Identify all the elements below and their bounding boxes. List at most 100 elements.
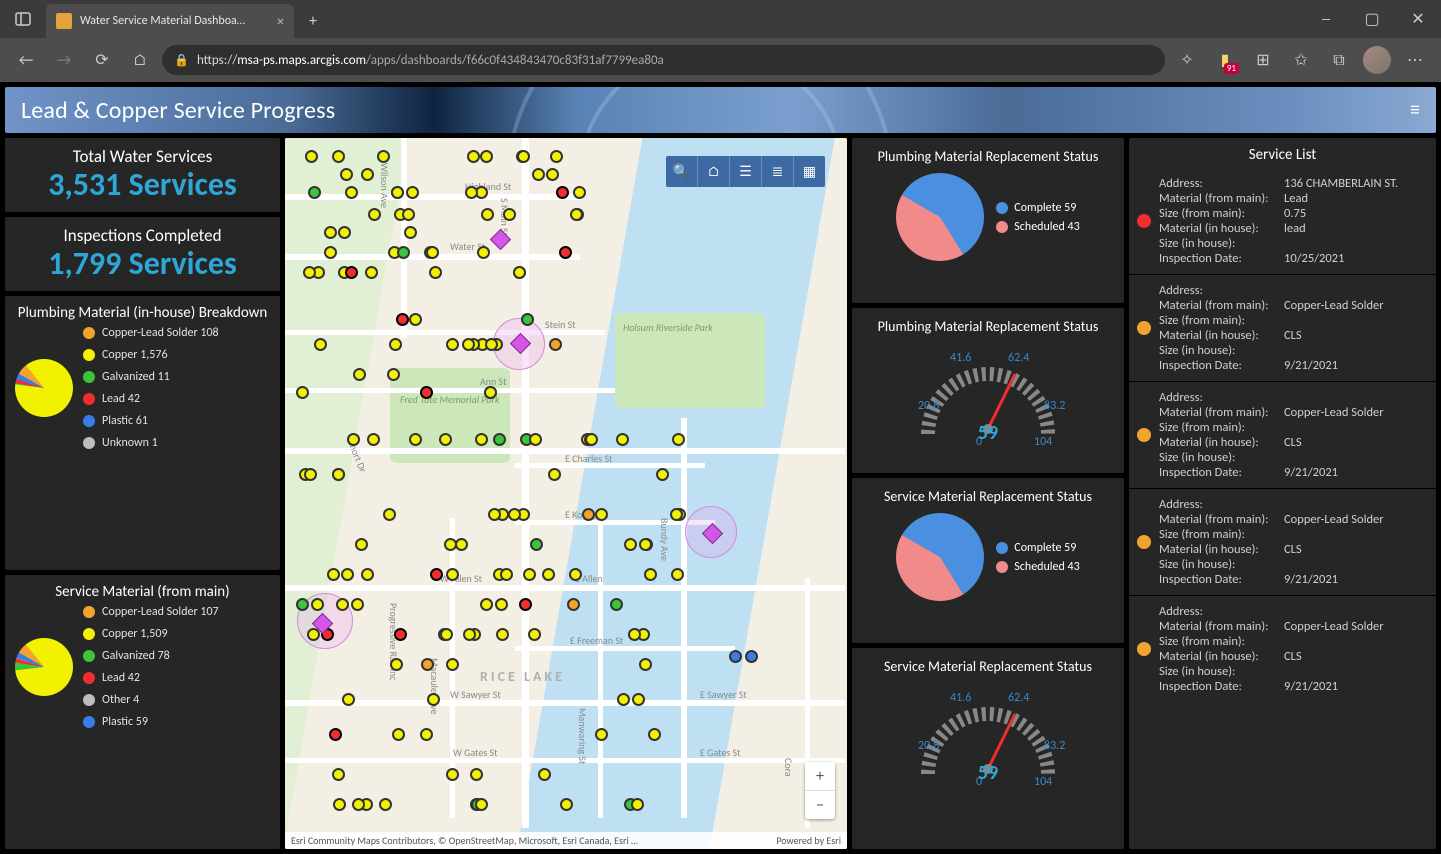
map-layers-button[interactable]: ≣	[761, 156, 793, 187]
map-point[interactable]	[446, 568, 459, 581]
map-point[interactable]	[559, 246, 572, 259]
map-point[interactable]	[528, 628, 541, 641]
extensions-button[interactable]: ⊞	[1247, 44, 1279, 76]
map-point[interactable]	[632, 693, 645, 706]
map-point[interactable]	[729, 650, 742, 663]
map-point[interactable]	[327, 568, 340, 581]
map-point[interactable]	[314, 338, 327, 351]
map-point[interactable]	[503, 208, 516, 221]
map-point[interactable]	[648, 728, 661, 741]
new-tab-button[interactable]: +	[298, 6, 328, 36]
map-legend-button[interactable]: ☰	[729, 156, 761, 187]
map-basemap-button[interactable]: ▦	[793, 156, 825, 187]
map-point[interactable]	[550, 150, 563, 163]
map-point[interactable]	[549, 338, 562, 351]
map-point[interactable]	[470, 768, 483, 781]
map-point[interactable]	[671, 568, 684, 581]
back-button[interactable]: ←	[10, 44, 42, 76]
map-point[interactable]	[513, 266, 526, 279]
window-close-button[interactable]: ✕	[1395, 0, 1441, 38]
map-point[interactable]	[446, 768, 459, 781]
map-point[interactable]	[333, 798, 346, 811]
map-point[interactable]	[446, 338, 459, 351]
map-point[interactable]	[639, 658, 652, 671]
map-point[interactable]	[523, 568, 536, 581]
map-point[interactable]	[426, 246, 439, 259]
map-point[interactable]	[367, 433, 380, 446]
map-point[interactable]	[345, 266, 358, 279]
close-tab-icon[interactable]: ×	[277, 13, 284, 30]
map-point[interactable]	[542, 568, 555, 581]
map-point[interactable]	[402, 208, 415, 221]
zoom-in-button[interactable]: +	[805, 762, 835, 791]
map-point[interactable]	[656, 468, 669, 481]
map-point[interactable]	[332, 768, 345, 781]
map-point[interactable]	[347, 433, 360, 446]
map-point[interactable]	[387, 368, 400, 381]
map-point[interactable]	[670, 508, 683, 521]
map-home-button[interactable]: ⌂	[697, 156, 729, 187]
map-point[interactable]	[569, 568, 582, 581]
map-point[interactable]	[475, 433, 488, 446]
map-point[interactable]	[570, 208, 583, 221]
map-point[interactable]	[390, 658, 403, 671]
map-point[interactable]	[303, 266, 316, 279]
map-point[interactable]	[329, 728, 342, 741]
map-point[interactable]	[496, 628, 509, 641]
map-point[interactable]	[392, 728, 405, 741]
dashboard-menu-button[interactable]: ≡	[1410, 98, 1420, 122]
map-point[interactable]	[617, 693, 630, 706]
map-point[interactable]	[296, 386, 309, 399]
window-maximize-button[interactable]: ▢	[1349, 0, 1395, 38]
service-list-item[interactable]: Address:136 CHAMBERLAIN ST.Material (fro…	[1129, 168, 1436, 274]
map-point[interactable]	[573, 186, 586, 199]
map-point[interactable]	[567, 598, 580, 611]
map-point[interactable]	[485, 338, 498, 351]
map-point[interactable]	[391, 186, 404, 199]
map-point[interactable]	[467, 150, 480, 163]
window-minimize-button[interactable]: ─	[1303, 0, 1349, 38]
refresh-button[interactable]: ⟳	[86, 44, 118, 76]
map-point[interactable]	[296, 598, 309, 611]
service-list-item[interactable]: Address:Material (from main):Copper-Lead…	[1129, 381, 1436, 488]
map-point[interactable]	[530, 538, 543, 551]
map-point[interactable]	[538, 768, 551, 781]
map-point[interactable]	[616, 433, 629, 446]
home-button[interactable]: ⌂	[124, 44, 156, 76]
map-point[interactable]	[556, 186, 569, 199]
map-point[interactable]	[342, 693, 355, 706]
map-point[interactable]	[383, 508, 396, 521]
map-point[interactable]	[480, 150, 493, 163]
forward-button[interactable]: →	[48, 44, 80, 76]
map-point[interactable]	[397, 246, 410, 259]
favorites-button[interactable]: ✩	[1285, 44, 1317, 76]
map-point[interactable]	[610, 598, 623, 611]
map-point[interactable]	[332, 468, 345, 481]
map-point[interactable]	[345, 186, 358, 199]
browser-tab[interactable]: Water Service Material Dashboa… ×	[46, 4, 294, 38]
more-button[interactable]: ⋯	[1399, 44, 1431, 76]
map-point[interactable]	[351, 598, 364, 611]
map-point[interactable]	[324, 226, 337, 239]
map-search-button[interactable]: 🔍	[666, 156, 697, 187]
collections-icon[interactable]: ⧉	[1323, 44, 1355, 76]
map-point[interactable]	[340, 168, 353, 181]
map-point[interactable]	[394, 628, 407, 641]
map-point[interactable]	[595, 728, 608, 741]
collections-button[interactable]: ▮91	[1209, 44, 1241, 76]
service-list[interactable]: Address:136 CHAMBERLAIN ST.Material (fro…	[1129, 168, 1436, 849]
map-point[interactable]	[455, 538, 468, 551]
service-list-item[interactable]: Address:Material (from main):Copper-Lead…	[1129, 595, 1436, 702]
zoom-out-button[interactable]: −	[805, 791, 835, 819]
map-point[interactable]	[463, 628, 476, 641]
map-point[interactable]	[361, 168, 374, 181]
map-point[interactable]	[420, 386, 433, 399]
map-point[interactable]	[355, 538, 368, 551]
map-point[interactable]	[305, 150, 318, 163]
map-point[interactable]	[495, 598, 508, 611]
map-point[interactable]	[585, 433, 598, 446]
profile-avatar[interactable]	[1363, 46, 1391, 74]
service-list-item[interactable]: Address:Material (from main):Copper-Lead…	[1129, 488, 1436, 595]
map[interactable]: Highland St Water St Stein St Ann St E C…	[285, 138, 847, 849]
map-point[interactable]	[481, 208, 494, 221]
